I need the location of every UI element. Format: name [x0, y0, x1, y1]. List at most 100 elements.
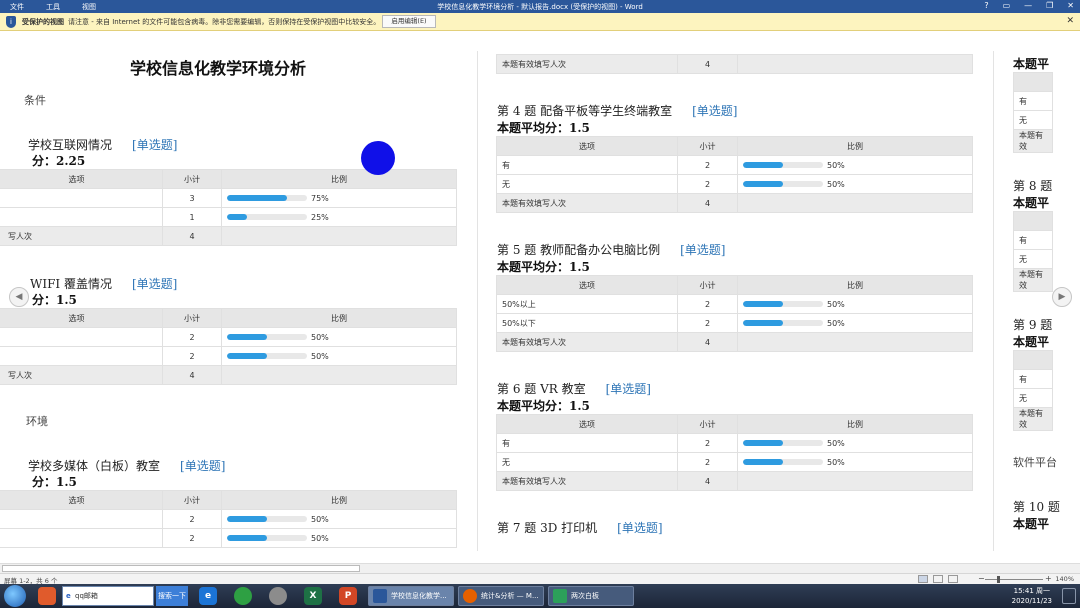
zoom-level[interactable]: 140% [1055, 575, 1074, 583]
close-window-button[interactable]: ✕ [1067, 1, 1074, 10]
question-title: 第 8 题 [1013, 179, 1053, 193]
ratio-bar [227, 334, 307, 340]
table-footer: 本题有效填写人次 4 [496, 54, 973, 74]
table-header: 选项 小计 比例 [496, 136, 973, 156]
table-header: 选项 小计 比例 [0, 308, 457, 328]
table-row: 50%以上 2 50% [496, 294, 973, 314]
table-row: 有 [1013, 369, 1053, 389]
question-title: 第 7 题 3D 打印机 [单选题] [497, 521, 663, 535]
result-table: 有 无 本题有效 [1013, 211, 1053, 292]
table-row: 无 [1013, 110, 1053, 130]
question-type-tag: [单选题] [617, 521, 663, 535]
section-heading: 环境 [26, 415, 48, 428]
question-average: 本题平 [1013, 517, 1050, 531]
question-average: 本题平 [1013, 57, 1050, 71]
question-type-tag: [单选题] [180, 459, 226, 473]
qq-icon[interactable] [269, 587, 287, 605]
table-row: 有 2 50% [496, 155, 973, 175]
window-controls: ? ▭ — ❐ ✕ [984, 1, 1074, 10]
protected-view-message: 请注意 - 来自 Internet 的文件可能包含病毒。除非您需要编辑，否则保持… [68, 18, 381, 26]
table-footer: 写人次 4 [0, 226, 457, 246]
ratio-bar [743, 459, 823, 465]
ratio-bar [227, 353, 307, 359]
task-firefox[interactable]: 统计&分析 — M... [458, 586, 544, 606]
help-button[interactable]: ? [984, 1, 988, 10]
table-row: 无 [1013, 249, 1053, 269]
window-title: 学校信息化教学环境分析 - 默认报告.docx (受保护的视图) - Word [437, 3, 643, 11]
table-footer: 本题有效填写人次 4 [496, 332, 973, 352]
zoom-slider[interactable] [985, 579, 1043, 580]
zoom-slider-knob[interactable] [997, 576, 1000, 583]
question-average: 本题平均分：1.5 [497, 399, 590, 413]
page-divider [477, 51, 478, 551]
table-footer: 本题有效填写人次 4 [496, 193, 973, 213]
question-type-tag: [单选题] [132, 138, 178, 152]
question-type-tag: [单选题] [692, 104, 738, 118]
clock[interactable]: 15:41 周一 2020/11/23 [1012, 586, 1052, 606]
document-area: 学校信息化教学环境分析 条件 学校互联网情况 [单选题] 分：2.25 选项 小计比… [0, 31, 1080, 563]
result-table: 选项 小计 比例 3 75% 1 25% 写人次 4 [0, 169, 457, 246]
result-table: 本题有效填写人次 4 [496, 54, 973, 74]
360-browser-icon[interactable] [234, 587, 252, 605]
start-button[interactable] [4, 585, 26, 607]
table-row: 3 75% [0, 188, 457, 208]
protected-view-label: 受保护的视图 [22, 18, 64, 26]
minimize-button[interactable]: — [1024, 1, 1032, 10]
question-average: 分：1.5 [32, 475, 77, 489]
result-table: 选项 小计 比例 2 50% 2 50% [0, 490, 457, 548]
ratio-bar [743, 181, 823, 187]
table-footer: 本题有效 [1013, 268, 1053, 292]
whiteboard-icon [553, 589, 567, 603]
question-title: 第 6 题 VR 教室 [单选题] [497, 382, 651, 396]
table-footer: 本题有效 [1013, 129, 1053, 153]
prev-page-button[interactable]: ◀ [9, 287, 29, 307]
view-buttons [918, 575, 958, 583]
table-header: 选项 小计 比例 [496, 275, 973, 295]
enable-editing-button[interactable]: 启用编辑(E) [382, 15, 436, 28]
ribbon-display-button[interactable]: ▭ [1003, 1, 1011, 10]
ratio-bar [743, 440, 823, 446]
table-row: 无 2 50% [496, 452, 973, 472]
table-row: 无 [1013, 388, 1053, 408]
close-bar-icon[interactable]: ✕ [1066, 16, 1074, 26]
question-type-tag: [单选题] [605, 382, 651, 396]
question-title: 第 10 题 [1013, 500, 1060, 514]
result-table: 选项 小计 比例 有 2 50% 无 2 50% 本题有效填写人次 4 [496, 136, 973, 213]
table-footer: 写人次 4 [0, 365, 457, 385]
question-average: 本题平均分：1.5 [497, 121, 590, 135]
table-header: 选项 小计 比例 [0, 490, 457, 510]
print-layout-icon[interactable] [933, 575, 943, 583]
scrollbar-thumb[interactable] [2, 565, 360, 572]
shield-icon: i [6, 16, 16, 28]
ie-icon[interactable]: e [199, 587, 217, 605]
read-mode-icon[interactable] [918, 575, 928, 583]
zoom-out-button[interactable]: − [978, 574, 985, 583]
firefox-icon [463, 589, 477, 603]
table-row: 2 50% [0, 346, 457, 366]
task-whiteboard[interactable]: 两次白板 [548, 586, 634, 606]
result-table: 选项 小计 比例 2 50% 2 50% 写人次 4 [0, 308, 457, 385]
status-bar: 屏幕 1-2，共 6 个 − + 140% [0, 573, 1080, 585]
search-button[interactable]: 搜索一下 [156, 586, 188, 606]
table-row: 无 2 50% [496, 174, 973, 194]
horizontal-scrollbar[interactable] [0, 563, 1080, 573]
web-layout-icon[interactable] [948, 575, 958, 583]
question-type-tag: [单选题] [131, 277, 178, 291]
table-header: 选项 小计 比例 [496, 414, 973, 434]
excel-icon[interactable]: X [304, 587, 322, 605]
question-title: 第 9 题 [1013, 318, 1053, 332]
task-word[interactable]: 学校信息化教学... [368, 586, 454, 606]
question-title: 学校多媒体（白板）教室 [单选题] [28, 459, 226, 473]
search-box[interactable]: e qq邮箱 [62, 586, 154, 606]
next-page-button[interactable]: ▶ [1052, 287, 1072, 307]
powerpoint-icon[interactable]: P [339, 587, 357, 605]
ratio-bar [227, 195, 307, 201]
ratio-bar [227, 535, 307, 541]
restore-button[interactable]: ❐ [1046, 1, 1053, 10]
zoom-in-button[interactable]: + [1045, 574, 1052, 583]
show-desktop-button[interactable] [1062, 588, 1076, 604]
question-title: WIFI 覆盖情况 [单选题] [30, 277, 178, 291]
table-row: 2 50% [0, 327, 457, 347]
table-header: 选项 小计 比例 [0, 169, 457, 189]
app-icon[interactable] [38, 587, 56, 605]
